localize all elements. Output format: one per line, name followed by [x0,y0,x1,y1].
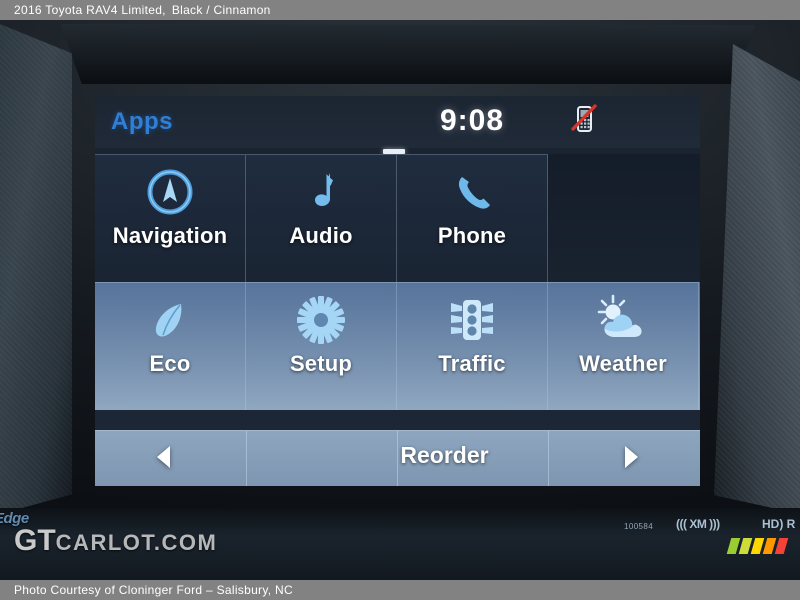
color-chip-group [726,538,789,554]
reorder-button[interactable]: Reorder [95,442,700,469]
app-tile-audio[interactable]: Audio [246,154,397,282]
model-number-label: 100584 [624,522,654,531]
sun-cloud-icon [595,289,651,351]
app-tile-traffic[interactable]: Traffic [397,282,548,410]
app-tile-label: Weather [579,351,667,376]
screen-bottom-nav: Reorder [95,430,700,486]
app-tile-empty-slot[interactable] [548,154,699,282]
screen-header: Apps 9:08 [95,96,700,154]
photo-credit-text: Photo Courtesy of Cloninger Ford – Salis… [14,583,293,597]
app-tile-label: Audio [289,223,353,248]
xm-radio-logo: ((( XM ))) [676,517,720,531]
app-tile-weather[interactable]: Weather [548,282,699,410]
hd-radio-logo: HD) R [762,517,796,531]
traffic-light-icon [445,289,499,351]
app-tile-label: Traffic [438,351,506,376]
left-bezel [0,24,72,514]
phone-disconnected-icon [571,104,597,134]
app-tile-phone[interactable]: Phone [397,154,548,282]
gtcarlot-watermark-suffix: CARLOT.COM [55,530,218,555]
app-tile-grid: Navigation Audio Phone Eco Setup Traffic… [95,154,700,431]
gtcarlot-watermark-prefix: GT [14,524,56,557]
compass-icon [143,161,197,223]
app-row-2: Eco Setup Traffic Weather [95,282,700,410]
app-tile-eco[interactable]: Eco [95,282,246,410]
clock-display: 9:08 [440,104,505,137]
app-tile-label: Phone [437,223,507,248]
next-page-arrow-icon[interactable] [625,446,638,468]
leaf-icon [143,289,197,351]
app-tile-label: Navigation [112,223,228,248]
app-tile-label: Setup [289,351,353,376]
gtcarlot-watermark: GTCARLOT.COM [14,524,217,558]
vehicle-color-trim: Black / Cinnamon [171,3,271,17]
gear-icon [294,289,348,351]
app-tile-navigation[interactable]: Navigation [95,154,246,282]
music-note-icon [294,161,348,223]
app-tile-label: Eco [149,351,191,376]
listing-title-bar: 2016 Toyota RAV4 Limited, Black / Cinnamo… [0,0,800,20]
app-row-1: Navigation Audio Phone [95,154,700,282]
vehicle-title: 2016 Toyota RAV4 Limited, [14,3,166,17]
app-tile-setup[interactable]: Setup [246,282,397,410]
phone-handset-icon [445,161,499,223]
screen-hood [60,24,755,84]
vehicle-photo: Apps 9:08 Navigation Audio Phone Eco Set… [0,20,800,580]
page-title: Apps [111,108,173,135]
photo-credit-bar: Photo Courtesy of Cloninger Ford – Salis… [0,580,800,600]
infotainment-touchscreen[interactable]: Apps 9:08 Navigation Audio Phone Eco Set… [95,96,700,486]
